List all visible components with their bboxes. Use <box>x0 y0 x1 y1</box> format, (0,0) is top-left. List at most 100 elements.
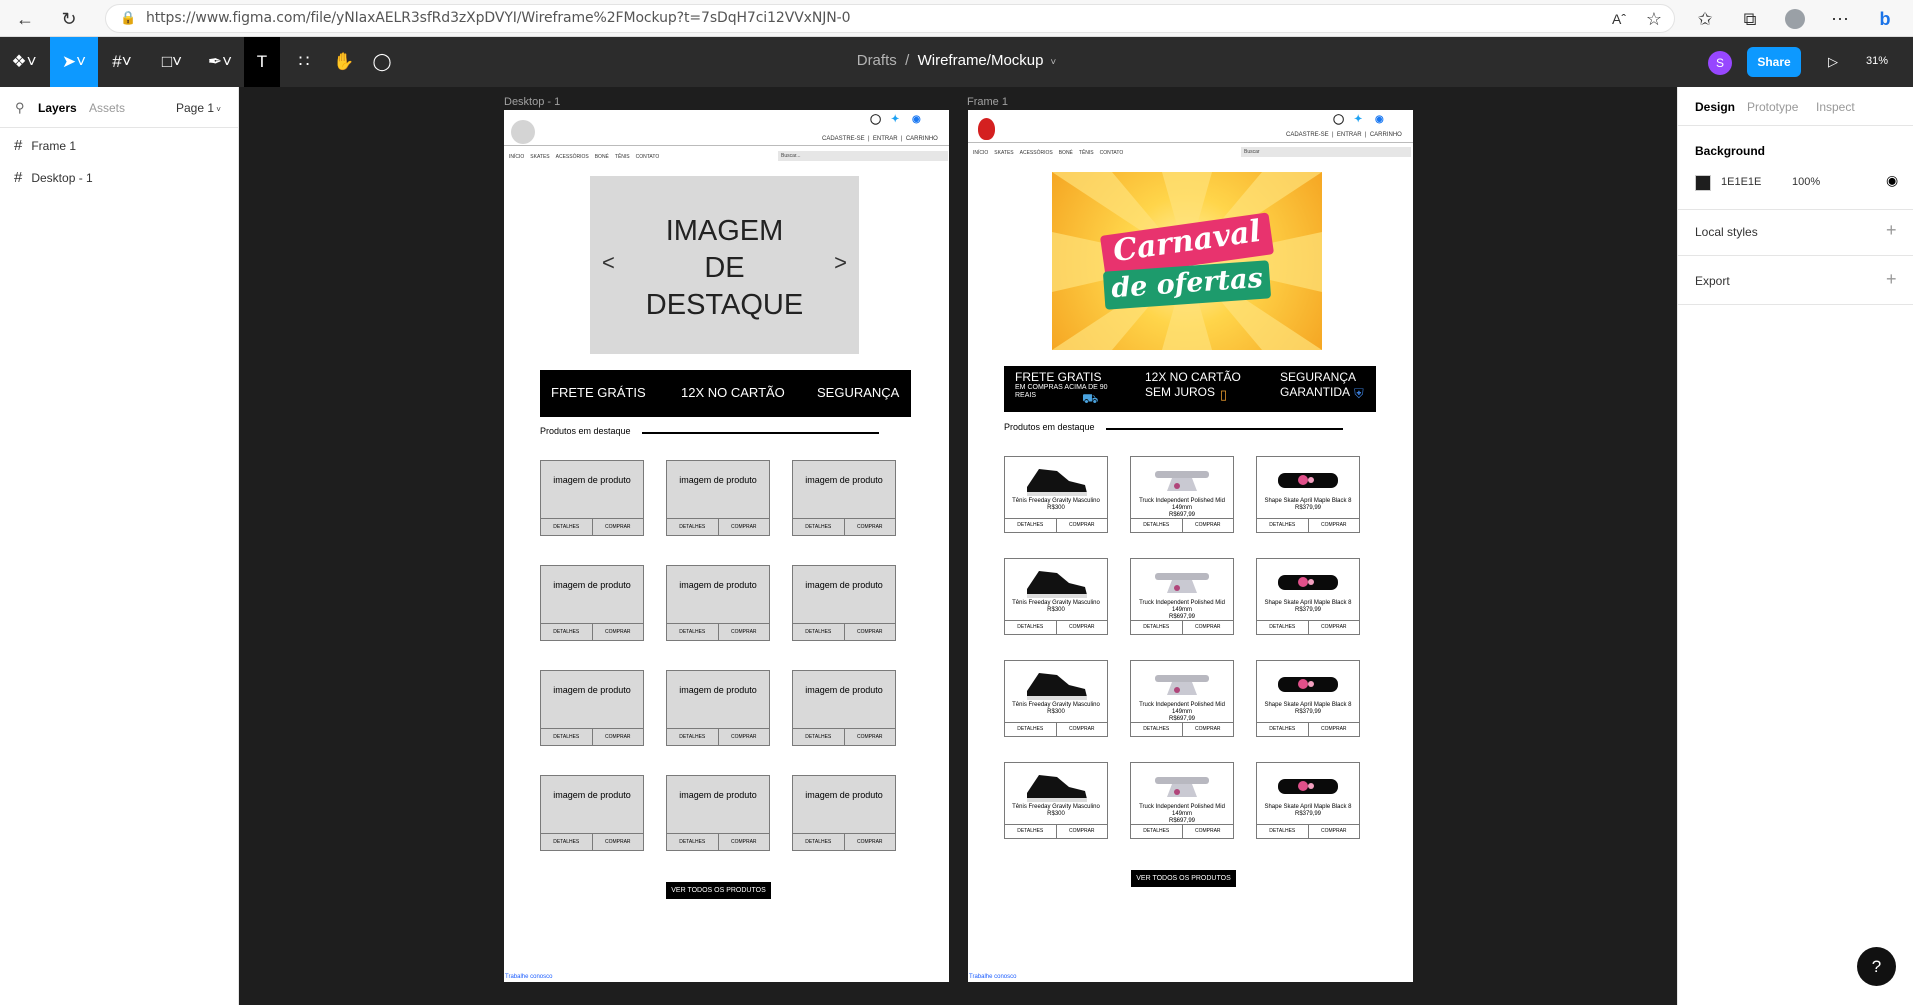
file-name[interactable]: Wireframe/Mockup <box>918 52 1044 69</box>
tab-prototype[interactable]: Prototype <box>1747 100 1798 114</box>
product-card[interactable]: imagem de produto DETALHES COMPRAR <box>540 775 644 851</box>
buy-button[interactable]: COMPRAR <box>1309 723 1360 736</box>
promo-banner[interactable]: Carnaval de ofertas <box>1052 172 1322 350</box>
product-card[interactable]: imagem de produto DETALHES COMPRAR <box>792 460 896 536</box>
product-card[interactable]: Truck Independent Polished Mid 149mm R$69… <box>1130 456 1234 533</box>
details-button[interactable]: DETALHES <box>667 624 719 640</box>
details-button[interactable]: DETALHES <box>541 624 593 640</box>
details-button[interactable]: DETALHES <box>1257 723 1309 736</box>
nav-item[interactable]: TÊNIS <box>615 154 630 160</box>
nav-item[interactable]: ACESSÓRIOS <box>556 154 589 160</box>
product-card[interactable]: imagem de produto DETALHES COMPRAR <box>792 670 896 746</box>
view-all-button[interactable]: VER TODOS OS PRODUTOS <box>666 882 771 899</box>
details-button[interactable]: DETALHES <box>667 834 719 850</box>
twitter-icon[interactable]: ✦ <box>1354 114 1362 125</box>
cart-link[interactable]: CARRINHO <box>906 136 938 142</box>
details-button[interactable]: DETALHES <box>667 729 719 745</box>
details-button[interactable]: DETALHES <box>541 729 593 745</box>
frame-label-frame-1[interactable]: Frame 1 <box>967 96 1008 108</box>
twitter-icon[interactable]: ✦ <box>891 114 899 125</box>
more-icon[interactable]: ⋯ <box>1827 6 1853 32</box>
buy-button[interactable]: COMPRAR <box>1057 825 1108 838</box>
signup-link[interactable]: CADASTRE-SE <box>822 136 865 142</box>
tab-layers[interactable]: Layers <box>38 101 77 115</box>
product-card[interactable]: Tênis Freeday Gravity Masculino R$300 DETA… <box>1004 558 1108 635</box>
buy-button[interactable]: COMPRAR <box>1309 519 1360 532</box>
present-icon[interactable]: ▷ <box>1818 37 1848 87</box>
product-card[interactable]: imagem de produto DETALHES COMPRAR <box>540 460 644 536</box>
bg-opacity-value[interactable]: 100% <box>1792 176 1820 188</box>
buy-button[interactable]: COMPRAR <box>845 834 896 850</box>
details-button[interactable]: DETALHES <box>1257 519 1309 532</box>
profile-icon[interactable] <box>1782 6 1808 32</box>
favorite-icon[interactable]: ☆ <box>1641 6 1667 32</box>
wireframe-frame[interactable]: ◯ ✦ ◉ CADASTRE-SE | ENTRAR | CARRINHO IN… <box>504 110 949 982</box>
footer-link[interactable]: Trabalhe conosco <box>969 974 1016 980</box>
buy-button[interactable]: COMPRAR <box>719 624 770 640</box>
details-button[interactable]: DETALHES <box>1131 519 1183 532</box>
details-button[interactable]: DETALHES <box>1005 519 1057 532</box>
login-link[interactable]: ENTRAR <box>1337 132 1362 138</box>
nav-item[interactable]: SKATES <box>994 150 1013 156</box>
details-button[interactable]: DETALHES <box>1005 825 1057 838</box>
nav-item[interactable]: BONÉ <box>1059 150 1073 156</box>
buy-button[interactable]: COMPRAR <box>1309 621 1360 634</box>
nav-item[interactable]: CONTATO <box>636 154 660 160</box>
buy-button[interactable]: COMPRAR <box>719 729 770 745</box>
refresh-icon[interactable]: ↻ <box>56 6 82 32</box>
avatar[interactable]: S <box>1708 51 1732 75</box>
facebook-icon[interactable]: ◉ <box>1375 114 1384 125</box>
nav-item[interactable]: SKATES <box>530 154 549 160</box>
signup-link[interactable]: CADASTRE-SE <box>1286 132 1329 138</box>
share-button[interactable]: Share <box>1747 47 1801 77</box>
details-button[interactable]: DETALHES <box>1131 825 1183 838</box>
product-card[interactable]: imagem de produto DETALHES COMPRAR <box>666 670 770 746</box>
product-card[interactable]: Shape Skate April Maple Black 8 R$379,99 D… <box>1256 558 1360 635</box>
instagram-icon[interactable]: ◯ <box>1333 114 1344 125</box>
details-button[interactable]: DETALHES <box>793 519 845 535</box>
buy-button[interactable]: COMPRAR <box>719 834 770 850</box>
product-card[interactable]: Truck Independent Polished Mid 149mm R$69… <box>1130 762 1234 839</box>
tab-design[interactable]: Design <box>1695 100 1735 114</box>
buy-button[interactable]: COMPRAR <box>593 519 644 535</box>
product-card[interactable]: Tênis Freeday Gravity Masculino R$300 DETA… <box>1004 660 1108 737</box>
search-input[interactable]: Buscar... <box>778 151 948 161</box>
buy-button[interactable]: COMPRAR <box>1183 825 1234 838</box>
buy-button[interactable]: COMPRAR <box>845 624 896 640</box>
tab-assets[interactable]: Assets <box>89 101 125 115</box>
nav-item[interactable]: TÊNIS <box>1079 150 1094 156</box>
buy-button[interactable]: COMPRAR <box>593 729 644 745</box>
buy-button[interactable]: COMPRAR <box>1183 621 1234 634</box>
footer-link[interactable]: Trabalhe conosco <box>505 974 552 980</box>
nav-item[interactable]: CONTATO <box>1100 150 1124 156</box>
tab-inspect[interactable]: Inspect <box>1816 100 1855 114</box>
product-card[interactable]: imagem de produto DETALHES COMPRAR <box>540 670 644 746</box>
eye-icon[interactable]: ◉ <box>1886 172 1898 189</box>
collections-icon[interactable]: ⧉ <box>1737 6 1763 32</box>
buy-button[interactable]: COMPRAR <box>593 624 644 640</box>
details-button[interactable]: DETALHES <box>1131 621 1183 634</box>
details-button[interactable]: DETALHES <box>1131 723 1183 736</box>
bg-hex-value[interactable]: 1E1E1E <box>1721 176 1761 188</box>
product-card[interactable]: imagem de produto DETALHES COMPRAR <box>666 565 770 641</box>
nav-item[interactable]: BONÉ <box>595 154 609 160</box>
nav-item[interactable]: INÍCIO <box>509 154 524 160</box>
product-card[interactable]: Shape Skate April Maple Black 8 R$379,99 D… <box>1256 762 1360 839</box>
buy-button[interactable]: COMPRAR <box>1309 825 1360 838</box>
buy-button[interactable]: COMPRAR <box>1057 723 1108 736</box>
product-card[interactable]: imagem de produto DETALHES COMPRAR <box>666 460 770 536</box>
product-card[interactable]: Shape Skate April Maple Black 8 R$379,99 D… <box>1256 456 1360 533</box>
breadcrumb-drafts[interactable]: Drafts <box>857 52 897 69</box>
zoom-level[interactable]: 31% <box>1866 55 1888 67</box>
buy-button[interactable]: COMPRAR <box>593 834 644 850</box>
details-button[interactable]: DETALHES <box>667 519 719 535</box>
nav-item[interactable]: INÍCIO <box>973 150 988 156</box>
color-swatch[interactable] <box>1695 175 1711 191</box>
search-icon[interactable]: ⚲ <box>15 100 25 116</box>
login-link[interactable]: ENTRAR <box>873 136 898 142</box>
details-button[interactable]: DETALHES <box>541 519 593 535</box>
buy-button[interactable]: COMPRAR <box>1183 519 1234 532</box>
details-button[interactable]: DETALHES <box>793 624 845 640</box>
buy-button[interactable]: COMPRAR <box>845 729 896 745</box>
facebook-icon[interactable]: ◉ <box>912 114 921 125</box>
